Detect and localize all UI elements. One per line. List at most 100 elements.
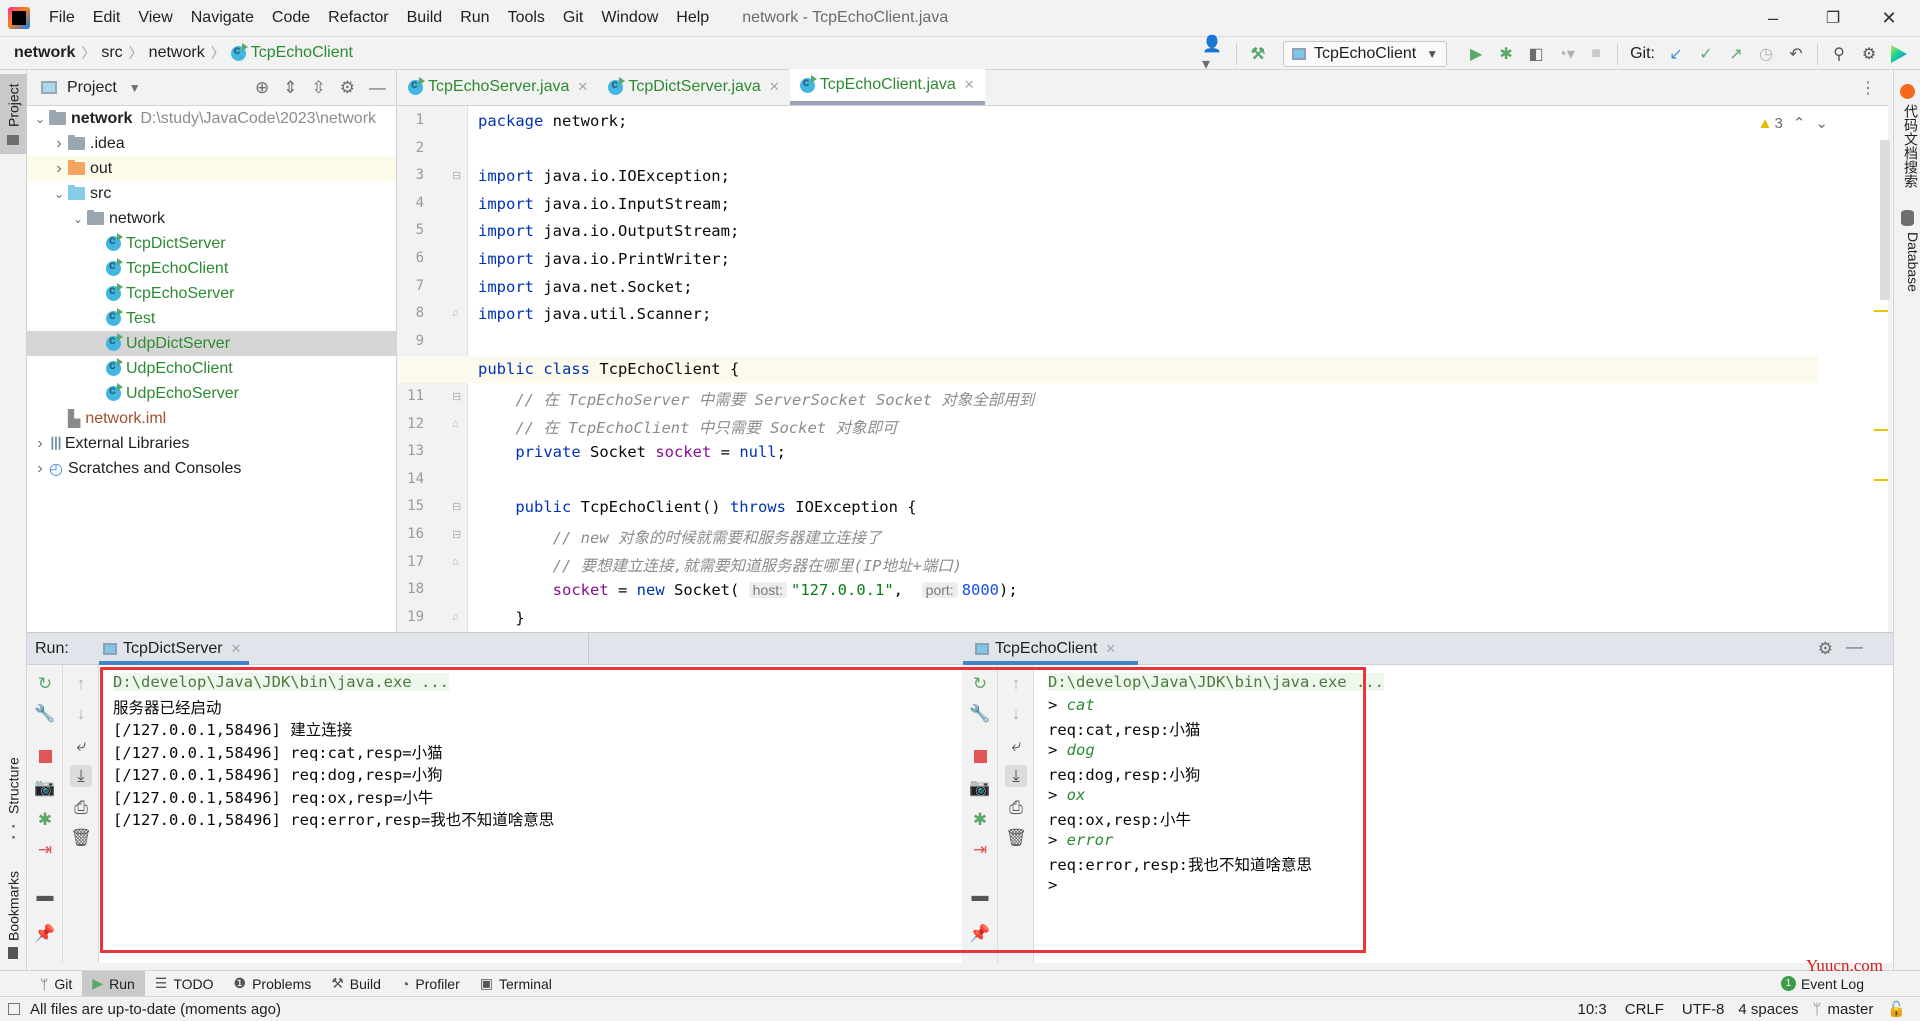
git-commit-icon[interactable]: ✓ <box>1693 41 1719 67</box>
dropdown-arrow-icon[interactable]: ▼ <box>129 81 141 95</box>
file-encoding[interactable]: UTF-8 <box>1682 1001 1725 1018</box>
settings-icon[interactable]: ⚙ <box>1856 41 1882 67</box>
close-tab-icon[interactable]: ✕ <box>964 77 975 93</box>
event-log-button[interactable]: 1 Event Log <box>1780 976 1864 992</box>
git-update-icon[interactable]: ↙ <box>1663 41 1689 67</box>
database-tool-tab[interactable]: Database <box>1894 232 1920 292</box>
close-tab-icon[interactable]: ✕ <box>769 79 780 95</box>
editor-tab[interactable]: TcpDictServer.java ✕ <box>598 69 789 105</box>
inspection-widget[interactable]: ▲ 3 ⌃ ⌄ <box>1758 114 1828 133</box>
panel-settings-icon[interactable]: ⚙ <box>340 78 355 98</box>
scroll-down-icon[interactable]: ↓ <box>1005 703 1027 725</box>
breadcrumb-item[interactable]: src <box>101 44 122 62</box>
tree-item[interactable]: TcpDictServer <box>27 231 396 256</box>
scroll-down-icon[interactable]: ↓ <box>70 703 92 725</box>
menu-edit[interactable]: Edit <box>84 9 130 27</box>
tree-item[interactable]: ⌄ network D:\study\JavaCode\2023\network <box>27 106 396 131</box>
build-hammer-icon[interactable]: ⚒ <box>1245 41 1271 67</box>
toolbox-icon[interactable] <box>1886 41 1912 67</box>
rollback-icon[interactable]: ↶ <box>1783 41 1809 67</box>
menu-help[interactable]: Help <box>667 9 718 27</box>
collapse-all-icon[interactable]: ⇳ <box>312 78 326 98</box>
tree-item[interactable]: › ┃┃┃ External Libraries <box>27 431 396 456</box>
tree-item[interactable]: Test <box>27 306 396 331</box>
run-tab-tcpdictserver[interactable]: TcpDictServer ✕ <box>89 633 269 665</box>
stop-icon[interactable] <box>34 745 56 767</box>
minimize-button[interactable]: – <box>1750 4 1796 32</box>
doc-search-tool-tab[interactable]: 代码文档搜索 <box>1894 104 1920 188</box>
tree-item[interactable]: ⌄ network <box>27 206 396 231</box>
menu-window[interactable]: Window <box>592 9 667 27</box>
menu-run[interactable]: Run <box>451 9 498 27</box>
rerun-icon[interactable]: ↻ <box>969 673 991 695</box>
hide-run-panel-icon[interactable]: — <box>1846 637 1863 657</box>
scroll-up-icon[interactable]: ↑ <box>70 673 92 695</box>
expand-arrow-icon[interactable]: ⌄ <box>69 212 87 226</box>
rerun-icon[interactable]: ↻ <box>34 673 56 695</box>
print-icon[interactable]: ⎙ <box>1005 797 1027 819</box>
print-icon[interactable]: ⎙ <box>70 797 92 819</box>
tree-item[interactable]: › out <box>27 156 396 181</box>
tree-item[interactable]: › .idea <box>27 131 396 156</box>
line-separator[interactable]: CRLF <box>1625 1001 1664 1018</box>
lock-icon[interactable]: 🔓 <box>1887 1000 1906 1018</box>
close-tab-icon[interactable]: ✕ <box>1105 641 1116 657</box>
expand-all-icon[interactable]: ⇕ <box>283 78 297 98</box>
pin-icon[interactable]: 📌 <box>34 923 56 945</box>
bookmarks-tool-tab[interactable]: Bookmarks <box>0 860 27 970</box>
breadcrumb-item[interactable]: network <box>14 44 75 62</box>
close-window-button[interactable]: ✕ <box>1866 4 1912 32</box>
debug-icon[interactable]: ✱ <box>1493 41 1519 67</box>
menu-code[interactable]: Code <box>263 9 319 27</box>
previous-highlight-icon[interactable]: ⌃ <box>1793 114 1806 132</box>
search-icon[interactable]: ⚲ <box>1826 41 1852 67</box>
menu-view[interactable]: View <box>129 9 181 27</box>
hide-panel-icon[interactable]: — <box>369 78 386 98</box>
camera-icon[interactable]: 📷 <box>969 777 991 799</box>
tree-item[interactable]: › ◴ Scratches and Consoles <box>27 456 396 481</box>
tree-item[interactable]: UdpEchoClient <box>27 356 396 381</box>
user-icon[interactable]: 👤▾ <box>1202 36 1228 73</box>
warning-marker[interactable] <box>1874 429 1888 431</box>
menu-tools[interactable]: Tools <box>499 9 554 27</box>
restore-layout-icon[interactable]: ⇥ <box>34 839 56 861</box>
menu-git[interactable]: Git <box>554 9 592 27</box>
server-console-output[interactable]: D:\develop\Java\JDK\bin\java.exe ... 服务器已… <box>99 665 987 963</box>
caret-position[interactable]: 10:3 <box>1578 1001 1607 1018</box>
soft-wrap-icon[interactable]: ⤶ <box>1005 735 1027 757</box>
layout-icon[interactable]: ▬ <box>969 885 991 907</box>
run-settings-icon[interactable]: ⚙ <box>1818 639 1833 659</box>
bottom-tab-build[interactable]: ⚒ Build <box>321 971 391 997</box>
modify-config-icon[interactable]: 🔧 <box>969 703 991 725</box>
structure-tool-tab[interactable]: ▪▪ Structure <box>0 750 27 850</box>
bottom-tab-todo[interactable]: ☰ TODO <box>145 971 224 997</box>
toggle-tool-windows-icon[interactable] <box>8 1003 20 1015</box>
debug-attach-icon[interactable]: ✱ <box>969 809 991 831</box>
collapse-arrow-icon[interactable]: › <box>50 160 68 178</box>
bottom-tab-run[interactable]: ▶ Run <box>82 970 145 997</box>
restore-layout-icon[interactable]: ⇥ <box>969 839 991 861</box>
camera-icon[interactable]: 📷 <box>34 777 56 799</box>
close-tab-icon[interactable]: ✕ <box>231 641 242 657</box>
bottom-tab-terminal[interactable]: ▣ Terminal <box>470 971 562 997</box>
project-panel-title[interactable]: Project <box>67 79 117 97</box>
tree-item[interactable]: UdpEchoServer <box>27 381 396 406</box>
scroll-to-end-icon[interactable]: ⤓ <box>70 765 92 787</box>
more-options-icon[interactable]: ⋮ <box>1860 78 1876 98</box>
tree-item[interactable]: UdpDictServer <box>27 331 396 356</box>
warning-marker[interactable] <box>1874 479 1888 481</box>
menu-file[interactable]: File <box>40 9 84 27</box>
git-branch[interactable]: master <box>1827 1001 1873 1018</box>
coverage-icon[interactable]: ◧ <box>1523 41 1549 67</box>
stop-icon[interactable] <box>969 745 991 767</box>
tree-item[interactable]: ▙ network.iml <box>27 406 396 431</box>
collapse-arrow-icon[interactable]: › <box>50 135 68 153</box>
project-tool-tab[interactable]: Project <box>0 74 27 154</box>
editor-tab-active[interactable]: TcpEchoClient.java ✕ <box>789 69 985 105</box>
restore-button[interactable]: ❐ <box>1810 4 1856 32</box>
history-icon[interactable]: ◷ <box>1753 41 1779 67</box>
editor-tab[interactable]: TcpEchoServer.java ✕ <box>398 69 598 105</box>
close-tab-icon[interactable]: ✕ <box>577 79 588 95</box>
menu-navigate[interactable]: Navigate <box>182 9 263 27</box>
collapse-arrow-icon[interactable]: › <box>31 435 49 453</box>
